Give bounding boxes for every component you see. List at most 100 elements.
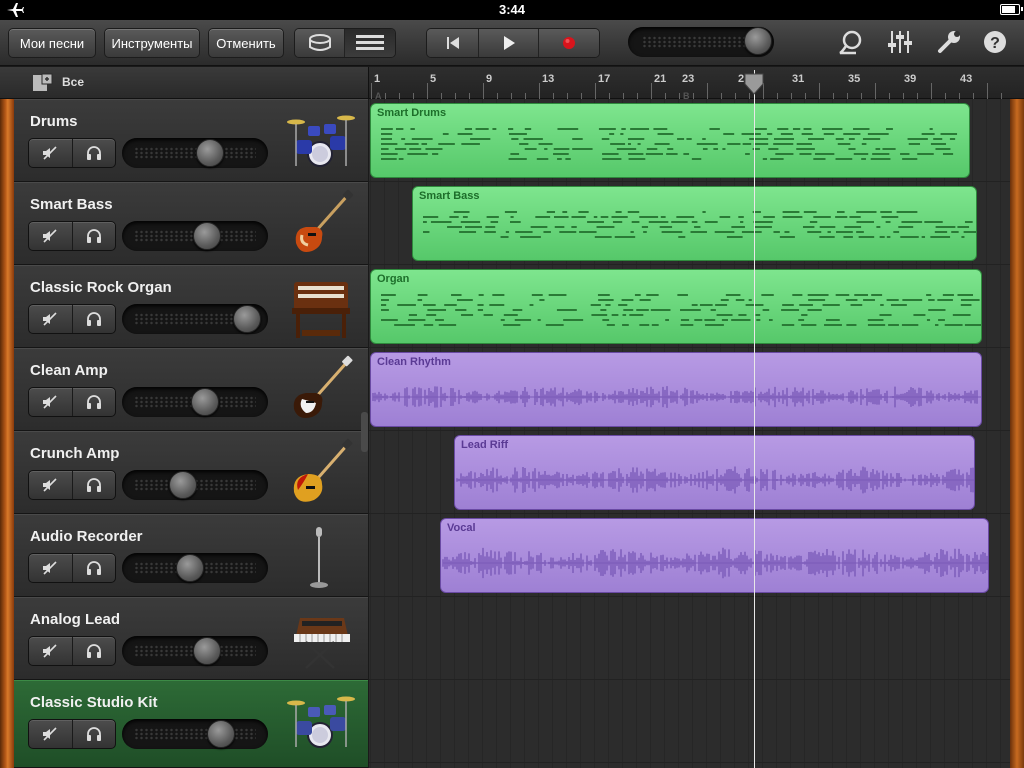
volume-knob[interactable] xyxy=(192,222,221,250)
region-name: Organ xyxy=(377,273,410,285)
solo-button[interactable] xyxy=(73,554,116,582)
instrument-view-button[interactable] xyxy=(295,29,346,57)
track-headers: Drums Smart Bass Classic Rock Organ Clea… xyxy=(14,99,368,768)
bar-number: 43 xyxy=(960,73,973,85)
go-to-start-button[interactable] xyxy=(427,29,480,57)
microphone-icon xyxy=(310,527,328,588)
mute-button[interactable] xyxy=(29,388,73,416)
wood-panel-right xyxy=(1010,99,1024,768)
region-smart-drums[interactable]: Smart Drums xyxy=(370,103,970,178)
track-name: Classic Studio Kit xyxy=(30,694,158,711)
track-header-smart-bass[interactable]: Smart Bass xyxy=(14,182,368,265)
track-volume-slider[interactable] xyxy=(122,387,268,417)
region-clean-rhythm[interactable]: Clean Rhythm xyxy=(370,352,982,427)
track-volume-slider[interactable] xyxy=(122,553,268,583)
region-vocal[interactable]: Vocal xyxy=(440,518,989,593)
loop-icon[interactable] xyxy=(838,29,864,55)
track-header-crunch-amp[interactable]: Crunch Amp xyxy=(14,431,368,514)
track-volume-slider[interactable] xyxy=(122,719,268,749)
toolbar: Мои песни Инструменты Отменить xyxy=(0,20,1024,66)
play-button[interactable] xyxy=(479,29,539,57)
region-smart-bass[interactable]: Smart Bass xyxy=(412,186,977,261)
volume-knob[interactable] xyxy=(191,388,220,416)
solo-button[interactable] xyxy=(73,637,116,665)
all-tracks-label: Все xyxy=(62,75,85,89)
bar-number: 39 xyxy=(904,73,917,85)
track-list-scrollbar[interactable] xyxy=(361,412,368,452)
track-volume-slider[interactable] xyxy=(122,470,268,500)
track-header-drums[interactable]: Drums xyxy=(14,99,368,182)
record-icon xyxy=(562,37,575,49)
solo-button[interactable] xyxy=(73,222,116,250)
volume-knob[interactable] xyxy=(196,139,225,167)
master-volume-knob[interactable] xyxy=(744,27,772,55)
solo-button[interactable] xyxy=(73,720,116,748)
mixer-icon[interactable] xyxy=(887,29,913,55)
volume-knob[interactable] xyxy=(169,471,198,499)
arrangement-area[interactable]: Smart Drums Smart Bass Organ Clean Rhyth… xyxy=(369,99,1010,768)
mute-button[interactable] xyxy=(29,554,73,582)
track-name: Audio Recorder xyxy=(30,528,143,545)
volume-knob[interactable] xyxy=(233,305,262,333)
track-name: Drums xyxy=(30,113,78,130)
play-icon xyxy=(503,36,515,50)
volume-knob[interactable] xyxy=(206,720,235,748)
mute-button[interactable] xyxy=(29,139,73,167)
headphones-icon xyxy=(86,395,101,409)
track-volume-slider[interactable] xyxy=(122,221,268,251)
bar-number: 23 xyxy=(682,73,695,85)
playhead-handle-icon[interactable] xyxy=(743,72,765,96)
mute-button[interactable] xyxy=(29,637,73,665)
my-songs-button[interactable]: Мои песни xyxy=(8,28,96,58)
record-button[interactable] xyxy=(538,29,599,57)
drum-kit-icon xyxy=(287,115,355,167)
solo-button[interactable] xyxy=(73,471,116,499)
track-header-classic-rock-organ[interactable]: Classic Rock Organ xyxy=(14,265,368,348)
tracks-view-button[interactable] xyxy=(345,29,395,57)
track-filter-bar: Все xyxy=(0,67,368,99)
track-name: Smart Bass xyxy=(30,196,113,213)
mute-button[interactable] xyxy=(29,471,73,499)
master-volume-slider[interactable] xyxy=(628,27,774,57)
headphones-icon xyxy=(86,229,101,243)
region-organ[interactable]: Organ xyxy=(370,269,982,344)
bar-number: 1 xyxy=(374,73,381,85)
drum-icon xyxy=(308,34,331,51)
bar-number: 5 xyxy=(430,73,437,85)
headphones-icon xyxy=(86,478,101,492)
add-track-icon[interactable] xyxy=(32,73,54,93)
solo-button[interactable] xyxy=(73,305,116,333)
settings-wrench-icon[interactable] xyxy=(936,29,962,55)
mute-button[interactable] xyxy=(29,222,73,250)
headphones-icon xyxy=(86,312,101,326)
solo-button[interactable] xyxy=(73,388,116,416)
region-name: Smart Drums xyxy=(377,107,447,119)
mute-icon xyxy=(43,312,57,326)
solo-button[interactable] xyxy=(73,139,116,167)
track-header-classic-studio-kit[interactable]: Classic Studio Kit xyxy=(14,680,368,768)
track-name: Clean Amp xyxy=(30,362,108,379)
track-header-clean-amp[interactable]: Clean Amp xyxy=(14,348,368,431)
track-header-audio-recorder[interactable]: Audio Recorder xyxy=(14,514,368,597)
track-volume-slider[interactable] xyxy=(122,636,268,666)
mute-button[interactable] xyxy=(29,720,73,748)
undo-button[interactable]: Отменить xyxy=(208,28,284,58)
track-volume-slider[interactable] xyxy=(122,138,268,168)
region-name: Clean Rhythm xyxy=(377,356,451,368)
mute-icon xyxy=(43,727,57,741)
playhead-line[interactable] xyxy=(754,70,755,768)
bar-number: 13 xyxy=(542,73,555,85)
help-icon[interactable]: ? xyxy=(982,29,1008,55)
track-header-analog-lead[interactable]: Analog Lead xyxy=(14,597,368,680)
track-volume-slider[interactable] xyxy=(122,304,268,334)
instruments-button[interactable]: Инструменты xyxy=(104,28,200,58)
headphones-icon xyxy=(86,146,101,160)
mute-icon xyxy=(43,561,57,575)
mute-button[interactable] xyxy=(29,305,73,333)
timeline-ruler[interactable]: 1 5 9 13 17 21 23 27 31 35 39 43 A B xyxy=(368,67,1024,101)
mute-icon xyxy=(43,478,57,492)
region-lead-riff[interactable]: Lead Riff xyxy=(454,435,975,510)
volume-knob[interactable] xyxy=(176,554,205,582)
volume-knob[interactable] xyxy=(192,637,221,665)
track-name: Analog Lead xyxy=(30,611,121,628)
